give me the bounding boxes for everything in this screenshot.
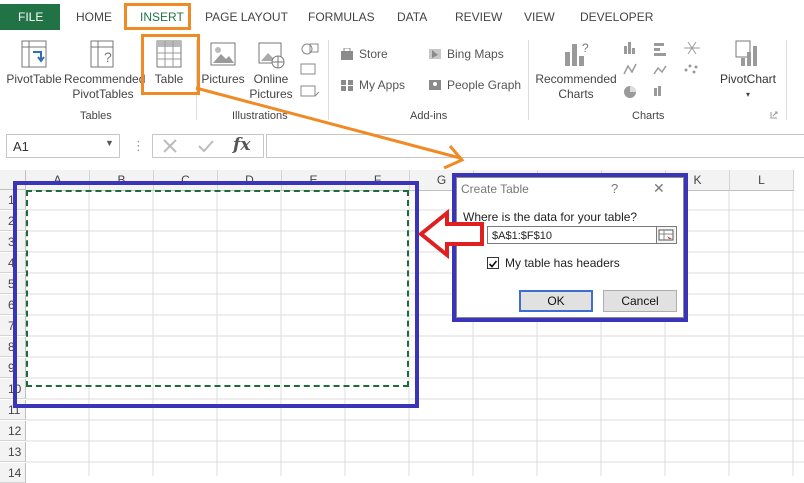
red-arrow-icon xyxy=(417,208,484,260)
orange-arrow-line xyxy=(195,86,461,160)
annotation-arrows xyxy=(195,86,484,260)
